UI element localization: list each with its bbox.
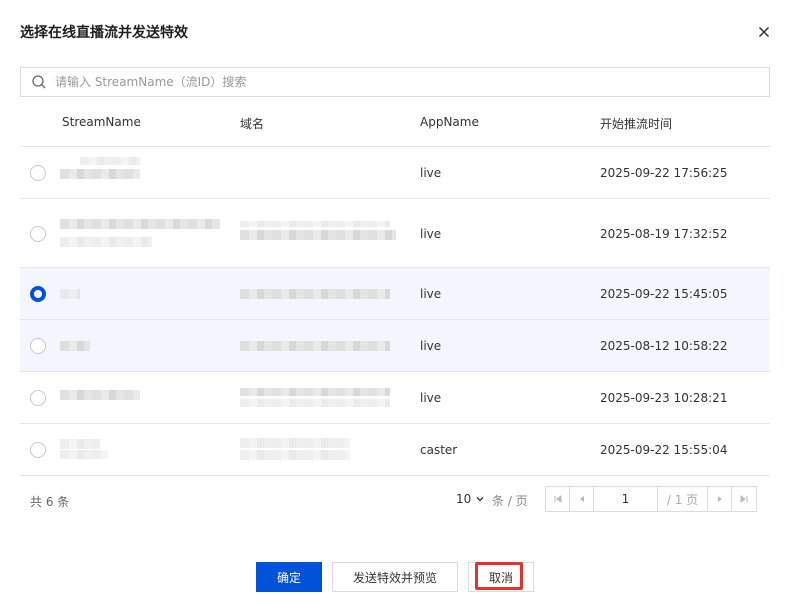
close-icon <box>758 26 770 38</box>
table-row-selected[interactable]: live 2025-09-22 15:45:05 <box>20 268 770 320</box>
search-box[interactable] <box>20 67 770 97</box>
cell-appname: caster <box>420 443 458 457</box>
cell-appname: live <box>420 227 442 241</box>
total-count: 共 6 条 <box>30 495 70 509</box>
total-pages: / 1 页 <box>658 487 708 511</box>
prev-page-button[interactable] <box>570 487 594 511</box>
cell-appname: live <box>420 391 442 405</box>
chevron-down-icon <box>476 497 484 502</box>
column-header-start-time: 开始推流时间 <box>600 117 673 131</box>
table-row[interactable]: live 2025-08-19 17:32:52 <box>20 199 770 268</box>
confirm-button[interactable]: 确定 <box>256 562 322 592</box>
search-icon <box>31 74 47 90</box>
cell-start-time: 2025-09-22 15:45:05 <box>600 287 728 301</box>
row-radio[interactable] <box>30 442 46 458</box>
close-button[interactable] <box>752 20 776 44</box>
cell-appname: live <box>420 166 442 180</box>
cancel-button[interactable]: 取消 <box>468 562 534 592</box>
cell-start-time: 2025-09-22 15:55:04 <box>600 443 728 457</box>
column-header-domain: 域名 <box>240 117 265 131</box>
column-header-streamname: StreamName <box>62 115 141 129</box>
table-row[interactable]: caster 2025-09-22 15:55:04 <box>20 424 770 476</box>
page-size-value: 10 <box>456 492 472 506</box>
cell-appname: live <box>420 287 442 301</box>
pagination: 共 6 条 10 条 / 页 / 1 页 <box>20 476 770 522</box>
row-radio[interactable] <box>30 390 46 406</box>
next-page-button[interactable] <box>708 487 732 511</box>
last-page-button[interactable] <box>732 487 756 511</box>
dialog-title: 选择在线直播流并发送特效 <box>20 25 188 41</box>
first-page-icon <box>554 495 561 503</box>
last-page-icon <box>740 495 748 503</box>
page-number-input[interactable] <box>594 487 658 511</box>
table-header: StreamName 域名 AppName 开始推流时间 <box>20 97 770 147</box>
column-header-appname: AppName <box>420 115 479 129</box>
page-size-select[interactable]: 10 <box>456 492 485 506</box>
cell-start-time: 2025-08-19 17:32:52 <box>600 227 728 241</box>
prev-page-icon <box>579 496 584 502</box>
search-input[interactable] <box>55 69 769 95</box>
next-page-icon <box>717 496 722 502</box>
send-preview-button[interactable]: 发送特效并预览 <box>332 562 458 592</box>
row-radio[interactable] <box>30 338 46 354</box>
per-page-label: 条 / 页 <box>492 494 528 508</box>
row-radio[interactable] <box>30 226 46 242</box>
cell-start-time: 2025-09-22 17:56:25 <box>600 166 728 180</box>
table-row[interactable]: live 2025-09-23 10:28:21 <box>20 372 770 424</box>
table-row[interactable]: live 2025-09-22 17:56:25 <box>20 147 770 199</box>
cell-appname: live <box>420 339 442 353</box>
stream-table: StreamName 域名 AppName 开始推流时间 live 2025-0… <box>20 97 770 476</box>
row-radio[interactable] <box>30 165 46 181</box>
cell-start-time: 2025-09-23 10:28:21 <box>600 391 728 405</box>
pager: / 1 页 <box>545 486 757 512</box>
table-row[interactable]: live 2025-08-12 10:58:22 <box>20 320 770 372</box>
row-radio-checked[interactable] <box>30 286 46 302</box>
cell-start-time: 2025-08-12 10:58:22 <box>600 339 728 353</box>
first-page-button[interactable] <box>546 487 570 511</box>
